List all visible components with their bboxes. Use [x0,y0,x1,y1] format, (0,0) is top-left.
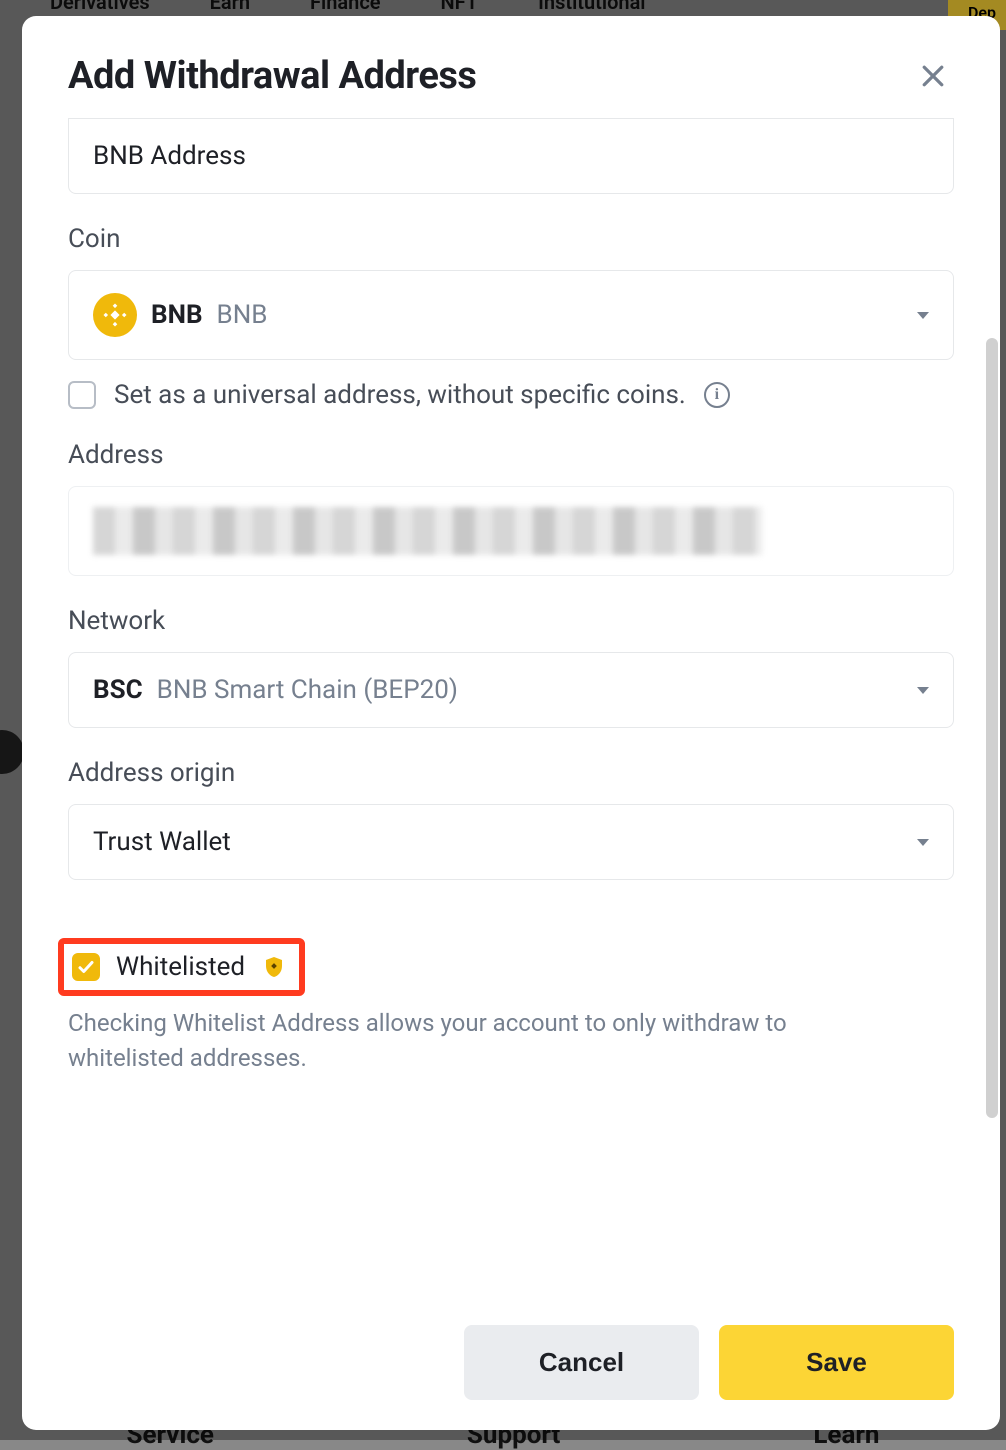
whitelist-checkbox[interactable] [72,953,100,981]
chevron-down-icon [917,687,929,694]
address-label: Address [68,440,954,470]
coin-field: Coin BNB BNB [68,224,954,410]
modal-header: Add Withdrawal Address [22,16,1000,110]
whitelist-note: Checking Whitelist Address allows your a… [68,1006,828,1076]
address-value-redacted [93,507,762,555]
universal-address-row: Set as a universal address, without spec… [68,380,954,410]
label-input-value: BNB Address [93,141,246,171]
check-icon [77,958,95,976]
whitelist-section: Whitelisted Checking Whitelist Address a… [68,938,954,1076]
whitelist-highlight: Whitelisted [58,938,305,996]
label-input[interactable]: BNB Address [68,118,954,194]
whitelist-label: Whitelisted [116,952,245,982]
origin-field: Address origin Trust Wallet [68,758,954,880]
modal-title: Add Withdrawal Address [68,54,476,98]
network-select[interactable]: BSC BNB Smart Chain (BEP20) [68,652,954,728]
origin-value: Trust Wallet [93,827,231,857]
universal-address-label: Set as a universal address, without spec… [114,380,686,410]
origin-select[interactable]: Trust Wallet [68,804,954,880]
chevron-down-icon [917,839,929,846]
close-button[interactable] [912,55,954,97]
cancel-button[interactable]: Cancel [464,1325,699,1400]
coin-select[interactable]: BNB BNB [68,270,954,360]
coin-label: Coin [68,224,954,254]
add-withdrawal-address-modal: Add Withdrawal Address BNB Address Coin [22,16,1000,1430]
close-icon [918,61,948,91]
chevron-down-icon [917,312,929,319]
address-field: Address [68,440,954,576]
network-name: BNB Smart Chain (BEP20) [157,675,458,705]
modal-body: BNB Address Coin BNB [22,110,1000,1301]
scrollbar[interactable] [986,338,998,1118]
network-field: Network BSC BNB Smart Chain (BEP20) [68,606,954,728]
coin-symbol: BNB [151,300,203,330]
coin-name: BNB [217,300,268,330]
network-label: Network [68,606,954,636]
origin-label: Address origin [68,758,954,788]
info-icon[interactable]: i [704,382,730,408]
network-code: BSC [93,675,143,705]
modal-footer: Cancel Save [22,1301,1000,1430]
address-input[interactable] [68,486,954,576]
universal-address-checkbox[interactable] [68,381,96,409]
bnb-coin-icon [93,293,137,337]
shield-icon [261,954,287,980]
save-button[interactable]: Save [719,1325,954,1400]
